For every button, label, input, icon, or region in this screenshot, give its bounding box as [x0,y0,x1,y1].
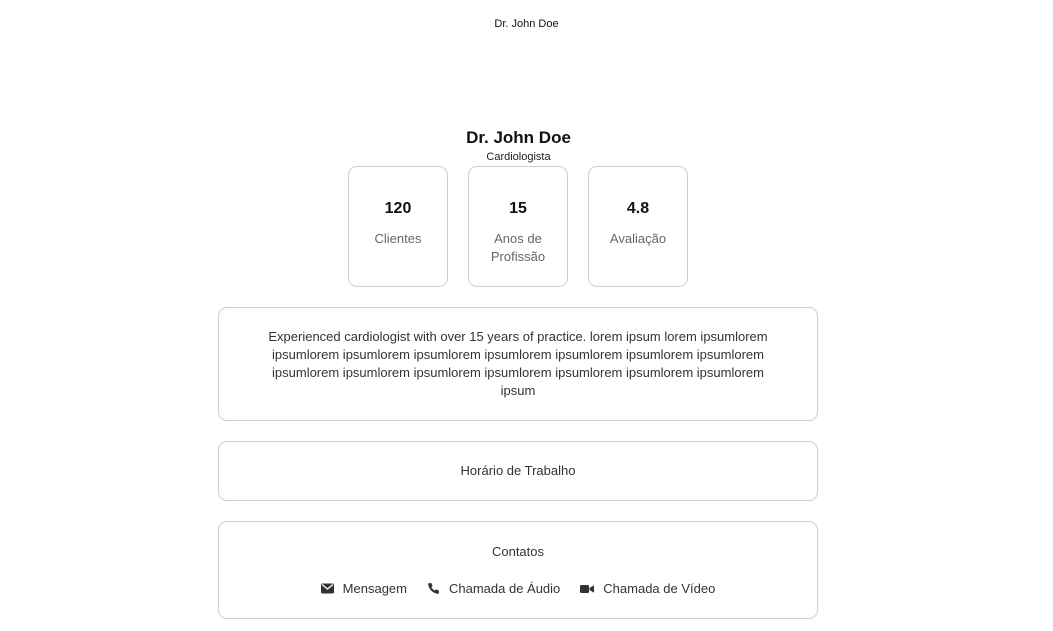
doctor-specialty: Cardiologista [486,151,551,163]
stat-card-rating: 4.8 Avaliação [588,166,688,287]
stat-label: Avaliação [609,231,667,246]
envelope-icon [320,583,334,594]
contacts-title: Contatos [491,544,545,559]
video-call-button[interactable]: Chamada de Vídeo [580,581,715,596]
phone-icon [427,582,440,595]
contacts-card: Contatos Mensagem Chamada de Áudio Chama… [218,521,818,619]
video-call-label: Chamada de Vídeo [603,581,716,596]
message-button[interactable]: Mensagem [320,581,407,596]
audio-call-button[interactable]: Chamada de Áudio [427,581,560,596]
video-camera-icon [580,584,595,594]
stat-value: 15 [509,200,527,217]
stat-card-clients: 120 Clientes [348,166,448,287]
bio-text: Experienced cardiologist with over 15 ye… [268,329,768,398]
doctor-name: Dr. John Doe [466,128,571,147]
contact-actions: Mensagem Chamada de Áudio Chamada de Víd… [219,581,817,596]
header-title: Dr. John Doe [494,18,559,30]
stats-row: 120 Clientes 15 Anos de Profissão 4.8 Av… [348,166,688,287]
stat-label: Clientes [374,231,422,246]
working-hours-card[interactable]: Horário de Trabalho [218,441,818,501]
stat-card-years: 15 Anos de Profissão [468,166,568,287]
stat-value: 120 [384,200,412,217]
message-label: Mensagem [342,581,407,596]
working-hours-label: Horário de Trabalho [460,463,576,478]
stat-value: 4.8 [626,200,650,217]
audio-call-label: Chamada de Áudio [448,581,561,596]
bio-card: Experienced cardiologist with over 15 ye… [218,307,818,421]
stat-label: Anos de Profissão [490,231,546,264]
